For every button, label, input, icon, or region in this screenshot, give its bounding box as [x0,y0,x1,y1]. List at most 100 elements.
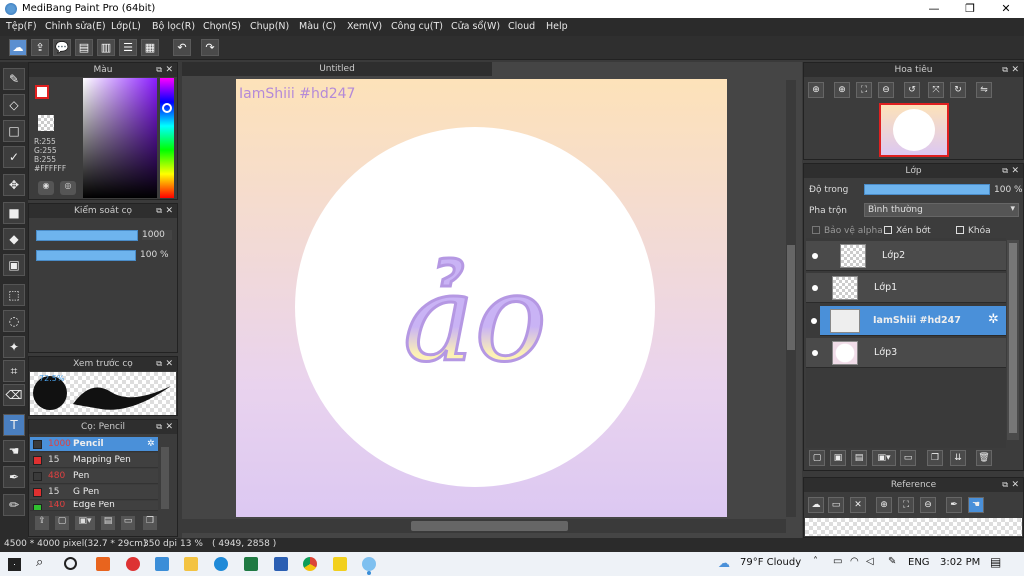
app-icon-explorer[interactable] [184,557,198,571]
panel-icon[interactable]: ▥ [97,39,115,56]
eye-icon[interactable] [812,285,818,291]
navigator-thumbnail[interactable] [879,103,949,157]
layer-row-text[interactable]: IamShiii #hd247 ✲ [811,306,1006,336]
chat-icon[interactable]: 💬 [53,39,71,56]
eye-icon[interactable] [812,253,818,259]
eyedropper-tool-icon[interactable]: ✒ [3,466,25,488]
close-icon[interactable]: ✕ [165,63,173,77]
menu-filter[interactable]: Bộ lọc(R) [152,21,195,32]
lock-checkbox[interactable] [956,226,964,234]
undo-icon[interactable]: ↶ [173,39,191,56]
pen-icon[interactable]: ✎ [888,556,896,567]
cloud-brush-icon[interactable]: ⇪ [35,516,49,530]
brush-item-pencil[interactable]: 1000 Pencil ✲ [30,437,158,452]
grid-icon[interactable]: ▦ [141,39,159,56]
flip-icon[interactable]: ⇋ [976,82,992,98]
lasso-tool-icon[interactable]: ◌ [3,310,25,332]
pen-tool-icon[interactable]: ✏ [3,494,25,516]
menu-cloud[interactable]: Cloud [508,21,535,32]
maximize-icon[interactable]: ❐ [952,0,988,18]
clipping-checkbox[interactable] [884,226,892,234]
layer-row-lop3[interactable]: Lớp3 [806,338,1006,368]
close-icon[interactable]: ✕ [1011,164,1019,178]
fill-rect-tool-icon[interactable]: ■ [3,202,25,224]
hand-icon[interactable]: ☚ [968,497,984,513]
brush-props-icon[interactable]: ▤ [101,516,115,530]
list-icon[interactable]: ☰ [119,39,137,56]
cloud-icon[interactable]: ☁ [808,497,824,513]
brush-size-slider[interactable] [36,230,138,241]
brush-item-mapping-pen[interactable]: 15 Mapping Pen [30,453,158,468]
wifi-icon[interactable]: ◠ [850,556,859,567]
eye-icon[interactable] [811,318,817,324]
layer-row-lop2[interactable]: Lớp2 [806,241,1006,271]
menu-view[interactable]: Xem(V) [347,21,382,32]
app-icon-f[interactable] [333,557,347,571]
hue-slider[interactable] [160,78,174,198]
menu-capture[interactable]: Chụp(N) [250,21,289,32]
menu-window[interactable]: Cửa sổ(W) [451,21,500,32]
task-view-icon[interactable] [64,557,77,570]
saturation-value-picker[interactable] [83,78,157,198]
new-brush-icon[interactable]: ▢ [55,516,69,530]
rotate-right-icon[interactable]: ↻ [950,82,966,98]
layer-row-lop1[interactable]: Lớp1 [806,273,1006,303]
protect-alpha-checkbox[interactable] [812,226,820,234]
detach-icon[interactable]: ⧉ [1002,164,1008,178]
close-icon[interactable]: ✕ [1011,478,1019,492]
move-tool-icon[interactable]: ✥ [3,174,25,196]
brush-opacity-slider[interactable] [36,250,136,261]
zoom-out-icon[interactable]: ⊖ [878,82,894,98]
battery-icon[interactable]: ▭ [833,556,842,567]
zoom-actual-icon[interactable]: ⊕ [808,82,824,98]
minimize-icon[interactable]: — [916,0,952,18]
folder-icon[interactable]: ▭ [900,450,916,466]
chevron-up-icon[interactable]: ˄ [813,556,818,567]
rectangle-tool-icon[interactable]: □ [3,120,25,142]
palette-icon[interactable]: ◉ [38,181,54,195]
app-icon-excel[interactable] [244,557,258,571]
language-indicator[interactable]: ENG [908,557,930,568]
zoom-in-icon[interactable]: ⊕ [834,82,850,98]
foreground-color-swatch[interactable] [35,85,49,99]
merge-layer-icon[interactable]: ⇊ [950,450,966,466]
hue-handle[interactable] [162,103,172,113]
app-icon-chrome[interactable] [303,557,317,571]
close-icon[interactable]: ✕ [165,420,173,434]
bucket-tool-icon[interactable]: ◆ [3,228,25,250]
blend-mode-select[interactable]: Bình thường ▾ [864,203,1019,217]
fit-icon[interactable]: ⛶ [898,497,914,513]
menu-help[interactable]: Help [546,21,568,32]
detach-icon[interactable]: ⧉ [156,357,162,371]
vertical-scroll-thumb[interactable] [787,245,795,350]
weather-text[interactable]: 79°F Cloudy [740,557,801,568]
magic-wand-icon[interactable]: ✦ [3,336,25,358]
upload-icon[interactable]: ⇪ [31,39,49,56]
menu-edit[interactable]: Chỉnh sửa(E) [45,21,106,32]
brush-list-scrollbar[interactable] [161,447,169,509]
close-reference-icon[interactable]: ✕ [850,497,866,513]
new-layer-1bit-icon[interactable]: ▤ [851,450,867,466]
close-icon[interactable]: ✕ [165,204,173,218]
check-tool-icon[interactable]: ✓ [3,146,25,168]
menu-file[interactable]: Tệp(F) [6,21,37,32]
search-icon[interactable]: ⌕ [36,555,43,570]
layer-opacity-slider[interactable] [864,184,990,195]
layer-scrollbar[interactable] [1007,240,1019,440]
gear-icon[interactable]: ✲ [988,312,999,327]
reference-view[interactable] [805,518,1022,536]
menu-color[interactable]: Màu (C) [299,21,336,32]
app-icon-powerpoint[interactable] [96,557,110,571]
add-layer-dropdown-icon[interactable]: ▣▾ [872,450,896,466]
add-brush-dropdown-icon[interactable]: ▣▾ [75,516,95,530]
rotate-left-icon[interactable]: ↺ [904,82,920,98]
close-icon[interactable]: ✕ [1011,63,1019,77]
app-icon-monitor[interactable] [155,557,169,571]
transparent-swatch[interactable] [38,115,54,131]
clock[interactable]: 3:02 PM [940,557,980,568]
layer-scroll-thumb[interactable] [1009,243,1017,433]
eye-icon[interactable] [812,350,818,356]
brush-size-value[interactable]: 1000 [142,230,172,240]
delete-layer-icon[interactable]: 🗑 [976,450,992,466]
detach-icon[interactable]: ⧉ [156,63,162,77]
